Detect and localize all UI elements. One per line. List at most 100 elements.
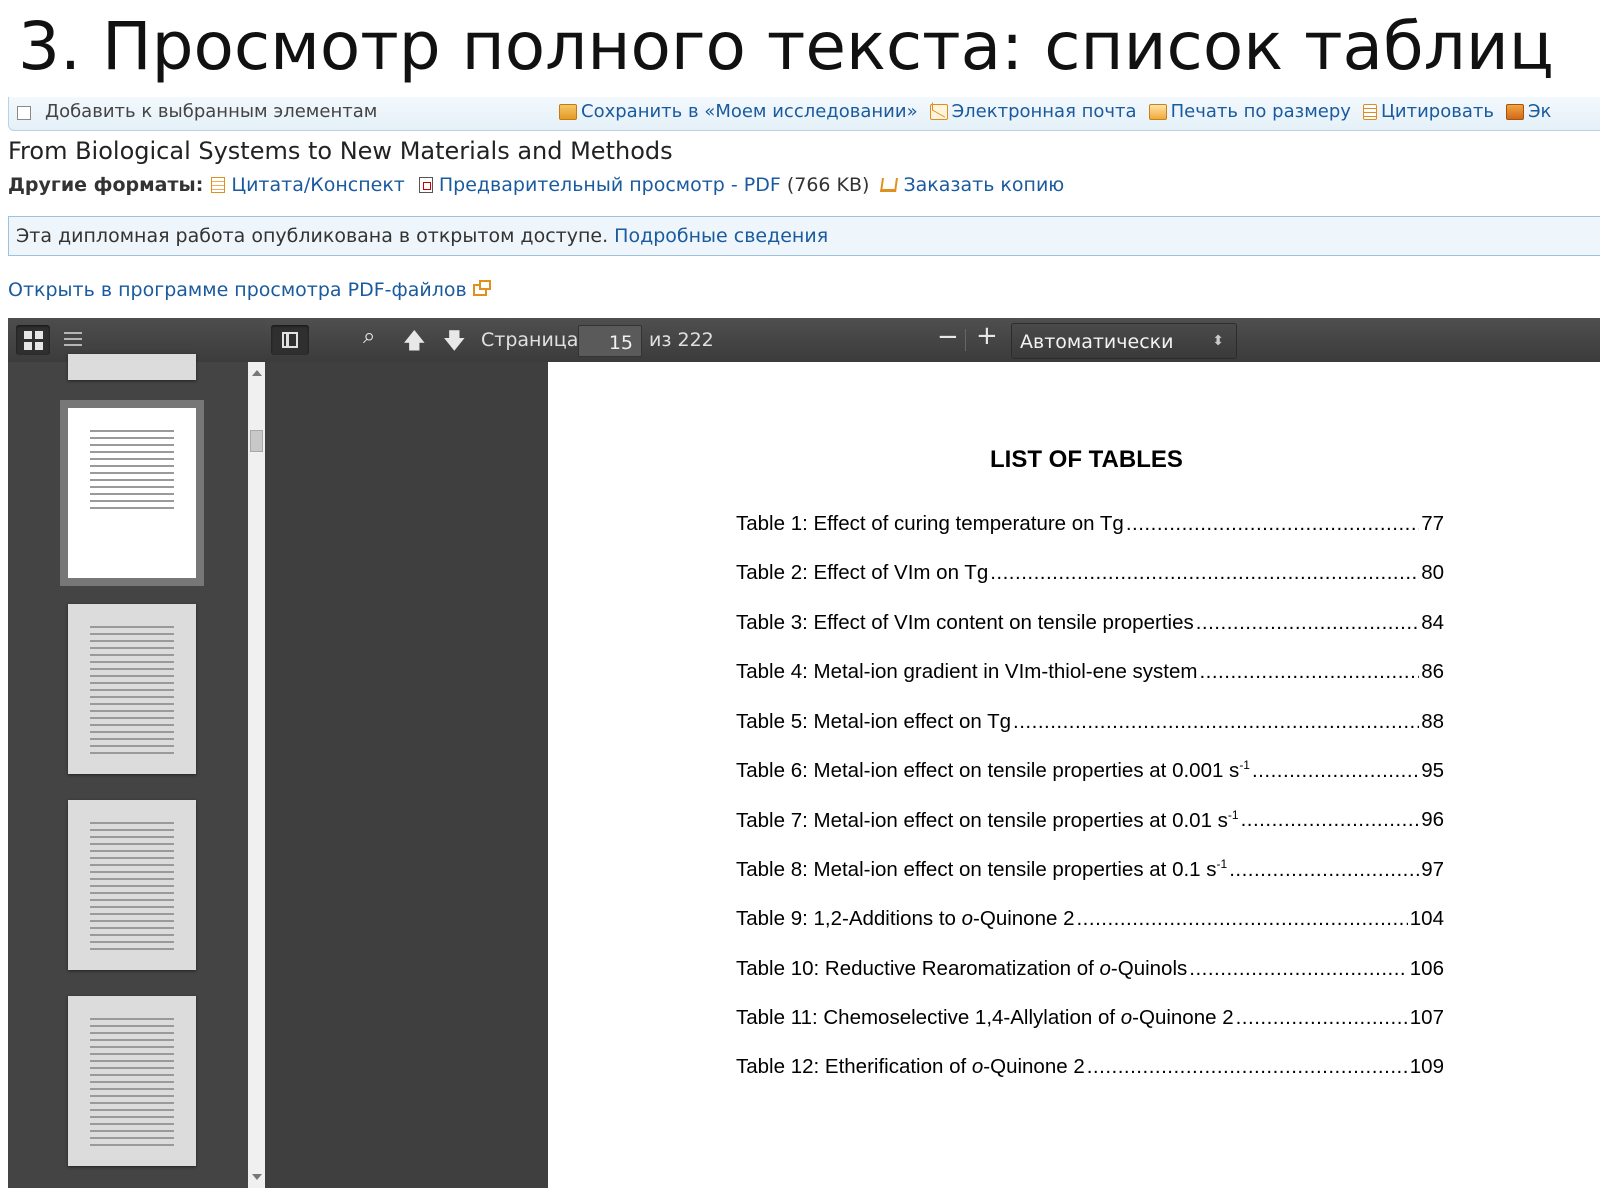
page-heading: LIST OF TABLES — [990, 446, 1183, 473]
toc-entry-page: 106 — [1409, 956, 1444, 980]
pdf-preview-link[interactable]: Предварительный просмотр - PDF — [439, 174, 781, 196]
toc-entry-page: 77 — [1421, 512, 1444, 535]
details-link[interactable]: Подробные сведения — [614, 225, 828, 247]
toc-entry: Table 5: Metal-ion effect on Tg 88 — [736, 708, 1444, 734]
cite-icon — [1362, 103, 1377, 120]
toc-entry-page: 95 — [1421, 759, 1444, 782]
order-copy-link[interactable]: Заказать копию — [903, 174, 1064, 196]
toc-leader-dots — [1199, 660, 1419, 684]
cite-label: Цитировать — [1380, 101, 1494, 122]
toc-entry-page: 97 — [1421, 857, 1444, 881]
page-number-input[interactable] — [578, 325, 642, 357]
toc-entry-page: 109 — [1409, 1055, 1444, 1079]
page-total: из 222 — [649, 329, 714, 351]
toc-entry-label: Table 2: Effect of VIm on Tg — [736, 561, 989, 585]
toc-leader-dots — [990, 561, 1419, 585]
list-icon — [64, 332, 82, 348]
toc-leader-dots — [1087, 1055, 1408, 1079]
scroll-thumb[interactable] — [250, 430, 263, 452]
email-link[interactable]: Электронная почта — [929, 101, 1137, 122]
thumbnail-view-button[interactable] — [16, 325, 50, 355]
toc-entry: Table 4: Metal-ion gradient in VIm-thiol… — [736, 658, 1444, 684]
sidebar-toggle-button[interactable] — [271, 325, 309, 355]
save-to-research-link[interactable]: Сохранить в «Моем исследовании» — [559, 101, 918, 122]
toc-entry-label: Table 10: Reductive Rearomatization of o… — [736, 956, 1188, 980]
export-link[interactable]: Эк — [1505, 101, 1551, 122]
document-title: From Biological Systems to New Materials… — [8, 137, 673, 165]
outline-view-button[interactable] — [56, 325, 90, 355]
toc-entry: Table 12: Etherification of o-Quinone 2 1… — [736, 1053, 1444, 1079]
toc-leader-dots — [1189, 957, 1408, 981]
thumbnail-scrollbar[interactable] — [248, 362, 265, 1188]
toc-leader-dots — [1236, 1006, 1408, 1030]
zoom-separator — [965, 329, 966, 351]
page-label: Страница: — [481, 329, 585, 351]
toc-leader-dots — [1229, 858, 1419, 882]
external-window-icon — [472, 280, 491, 296]
select-checkbox[interactable] — [17, 105, 31, 120]
email-icon — [929, 103, 948, 120]
slide-title: 3. Просмотр полного текста: список табли… — [18, 8, 1554, 85]
pdf-viewer: ⌕ 🡅 🡇 Страница: из 222 − + Автоматически… — [8, 318, 1600, 1188]
zoom-in-button[interactable]: + — [976, 321, 998, 351]
pdf-icon — [418, 177, 433, 193]
pdf-size: (766 KB) — [786, 174, 870, 196]
zoom-select-value: Автоматически — [1020, 331, 1174, 353]
toc-entry: Table 8: Metal-ion effect on tensile pro… — [736, 856, 1444, 882]
page-area[interactable]: LIST OF TABLES Table 1: Effect of curing… — [265, 362, 1600, 1188]
toc-entry: Table 6: Metal-ion effect on tensile pro… — [736, 757, 1444, 783]
other-formats-label: Другие форматы: — [8, 174, 204, 196]
toc-entry-page: 104 — [1409, 907, 1444, 931]
print-link[interactable]: Печать по размеру — [1148, 101, 1351, 122]
toc-entry: Table 9: 1,2-Additions to o-Quinone 2 10… — [736, 905, 1444, 931]
previous-page-button[interactable]: 🡅 — [403, 324, 426, 362]
scroll-up-arrow[interactable] — [252, 370, 262, 376]
next-page-button[interactable]: 🡇 — [443, 324, 466, 362]
add-to-selected[interactable]: Добавить к выбранным элементам — [17, 101, 377, 122]
page-thumbnail[interactable] — [68, 800, 196, 970]
page-thumbnail[interactable] — [68, 604, 196, 774]
toc-entry-page: 88 — [1421, 709, 1444, 733]
page-thumbnail[interactable] — [68, 996, 196, 1166]
other-formats: Другие форматы: Цитата/Конспект Предвари… — [8, 174, 1064, 196]
toc-entry: Table 3: Effect of VIm content on tensil… — [736, 609, 1444, 635]
toc-entry-label: Table 6: Metal-ion effect on tensile pro… — [736, 758, 1250, 782]
toc-entry-label: Table 11: Chemoselective 1,4-Allylation … — [736, 1006, 1234, 1029]
thumbnail-list[interactable] — [8, 354, 248, 1188]
cart-icon — [880, 178, 899, 192]
toc-entry: Table 11: Chemoselective 1,4-Allylation … — [736, 1004, 1444, 1030]
open-in-pdf-viewer-link[interactable]: Открыть в программе просмотра PDF-файлов — [8, 279, 491, 301]
open-in-pdf-viewer-label: Открыть в программе просмотра PDF-файлов — [8, 279, 467, 301]
open-access-banner: Эта дипломная работа опубликована в откр… — [8, 216, 1600, 256]
toc-entry: Table 10: Reductive Rearomatization of o… — [736, 955, 1444, 981]
cite-link[interactable]: Цитировать — [1362, 101, 1494, 122]
scroll-down-arrow[interactable] — [252, 1174, 262, 1180]
print-icon — [1148, 103, 1167, 120]
toc-entry: Table 7: Metal-ion effect on tensile pro… — [736, 806, 1444, 832]
toc-entry: Table 2: Effect of VIm on Tg 80 — [736, 559, 1444, 585]
email-label: Электронная почта — [951, 101, 1137, 122]
page-thumbnail-selected[interactable] — [60, 400, 204, 586]
toc-leader-dots — [1076, 907, 1407, 931]
export-icon — [1505, 103, 1524, 120]
toc-entry-page: 96 — [1421, 808, 1444, 832]
pdf-page: LIST OF TABLES Table 1: Effect of curing… — [548, 362, 1600, 1188]
action-bar: Добавить к выбранным элементам Сохранить… — [8, 97, 1600, 131]
action-links: Сохранить в «Моем исследовании» Электрон… — [559, 101, 1563, 122]
toc-entry-page: 107 — [1409, 1006, 1444, 1029]
pdf-sidebar — [8, 318, 265, 1188]
page-thumbnail[interactable] — [68, 354, 196, 380]
toc-entry-label: Table 7: Metal-ion effect on tensile pro… — [736, 807, 1239, 832]
zoom-out-button[interactable]: − — [937, 322, 959, 352]
sidebar-toggle-icon — [282, 332, 298, 348]
save-icon — [559, 103, 577, 120]
citation-abstract-link[interactable]: Цитата/Конспект — [231, 174, 405, 196]
toc-entry-label: Table 12: Etherification of o-Quinone 2 — [736, 1055, 1085, 1079]
toc-entry-page: 86 — [1421, 660, 1444, 684]
zoom-select[interactable]: Автоматически ⬍ — [1011, 323, 1237, 359]
find-button[interactable]: ⌕ — [363, 324, 375, 349]
toc-entry: Table 1: Effect of curing temperature on… — [736, 510, 1444, 536]
toc-entry-page: 84 — [1421, 610, 1444, 634]
search-icon: ⌕ — [363, 324, 376, 349]
arrow-up-icon: 🡅 — [403, 329, 426, 354]
